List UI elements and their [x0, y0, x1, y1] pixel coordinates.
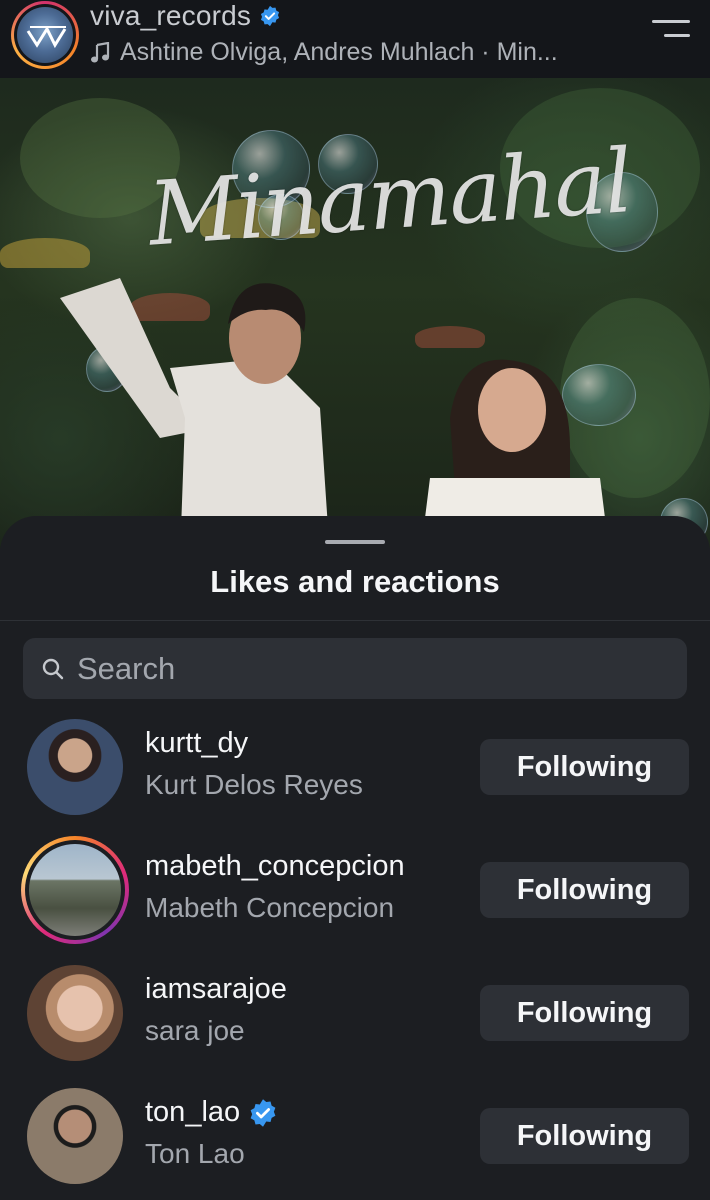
- music-note-icon: [91, 41, 110, 62]
- full-name: Ton Lao: [145, 1138, 245, 1169]
- likes-reactions-sheet: Likes and reactions kurtt_dy Kurt Delos …: [0, 516, 710, 1200]
- user-row-kurtt_dy[interactable]: kurtt_dy Kurt Delos Reyes Following: [0, 719, 710, 829]
- user-row-iamsarajoe[interactable]: iamsarajoe sara joe Following: [0, 965, 710, 1075]
- verified-badge-icon: [250, 1098, 276, 1127]
- avatar[interactable]: [27, 1088, 123, 1184]
- account-name-row[interactable]: viva_records: [90, 0, 281, 32]
- reel-cover-photo: Minamahal: [0, 78, 710, 548]
- account-name[interactable]: viva_records: [90, 0, 251, 32]
- music-line: Ashtine Olviga, Andres Muhlach · Min...: [120, 38, 558, 66]
- divider: [0, 620, 710, 621]
- search-input[interactable]: [77, 638, 667, 699]
- cover-person-man: [60, 278, 330, 548]
- hamburger-menu-icon[interactable]: [652, 20, 690, 44]
- viva-logo-icon: [26, 25, 67, 49]
- username[interactable]: ton_lao: [145, 1096, 240, 1129]
- reel-likes-screen: viva_records Ashtine Olviga, Andres Muhl…: [0, 0, 710, 1200]
- sheet-grabber[interactable]: [325, 540, 385, 544]
- avatar-story-ring[interactable]: [21, 836, 129, 944]
- avatar[interactable]: [27, 719, 123, 815]
- following-button[interactable]: Following: [480, 739, 689, 795]
- search-bar[interactable]: [23, 638, 687, 699]
- username[interactable]: iamsarajoe: [145, 973, 287, 1006]
- full-name: sara joe: [145, 1015, 245, 1046]
- following-button[interactable]: Following: [480, 862, 689, 918]
- full-name: Mabeth Concepcion: [145, 892, 395, 923]
- sheet-title: Likes and reactions: [210, 564, 500, 599]
- following-button[interactable]: Following: [480, 985, 689, 1041]
- username[interactable]: mabeth_concepcion: [145, 850, 405, 883]
- reel-header: viva_records Ashtine Olviga, Andres Muhl…: [0, 0, 710, 78]
- music-info[interactable]: Ashtine Olviga, Andres Muhlach · Min...: [90, 38, 558, 67]
- verified-badge-icon: [261, 5, 280, 27]
- following-button[interactable]: Following: [480, 1108, 689, 1164]
- search-icon: [42, 658, 64, 680]
- avatar[interactable]: [27, 965, 123, 1061]
- full-name: Kurt Delos Reyes: [145, 769, 363, 800]
- user-row-mabeth_concepcion[interactable]: mabeth_concepcion Mabeth Concepcion Foll…: [0, 836, 710, 952]
- user-row-ton_lao[interactable]: ton_lao Ton Lao Following: [0, 1088, 710, 1198]
- username[interactable]: kurtt_dy: [145, 727, 248, 760]
- account-avatar[interactable]: [11, 1, 79, 69]
